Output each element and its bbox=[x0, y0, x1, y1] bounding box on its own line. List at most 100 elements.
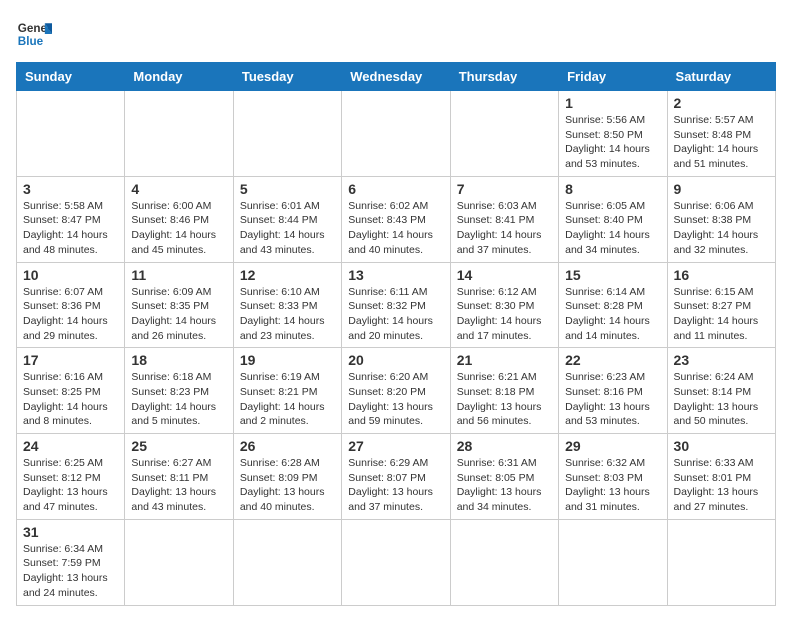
day-info: Sunrise: 6:27 AM Sunset: 8:11 PM Dayligh… bbox=[131, 456, 226, 515]
day-number: 31 bbox=[23, 524, 118, 540]
day-info: Sunrise: 6:33 AM Sunset: 8:01 PM Dayligh… bbox=[674, 456, 769, 515]
day-number: 5 bbox=[240, 181, 335, 197]
day-number: 26 bbox=[240, 438, 335, 454]
day-number: 1 bbox=[565, 95, 660, 111]
day-cell: 13Sunrise: 6:11 AM Sunset: 8:32 PM Dayli… bbox=[342, 262, 450, 348]
weekday-header-wednesday: Wednesday bbox=[342, 63, 450, 91]
day-cell: 12 Sunrise: 6:10 AM Sunset: 8:33 PM Dayli… bbox=[233, 262, 341, 348]
day-cell bbox=[342, 519, 450, 605]
day-cell: 8 Sunrise: 6:05 AM Sunset: 8:40 PM Daylig… bbox=[559, 176, 667, 262]
day-number: 20 bbox=[348, 352, 443, 368]
day-number: 24 bbox=[23, 438, 118, 454]
page: General Blue SundayMondayTuesdayWednesda… bbox=[0, 0, 792, 622]
calendar-table: SundayMondayTuesdayWednesdayThursdayFrid… bbox=[16, 62, 776, 606]
day-cell: 14 Sunrise: 6:12 AM Sunset: 8:30 PM Dayli… bbox=[450, 262, 558, 348]
week-row-2: 3 Sunrise: 5:58 AM Sunset: 8:47 PM Daylig… bbox=[17, 176, 776, 262]
day-number: 22 bbox=[565, 352, 660, 368]
day-number: 29 bbox=[565, 438, 660, 454]
weekday-header-sunday: Sunday bbox=[17, 63, 125, 91]
day-info: Sunrise: 6:28 AM Sunset: 8:09 PM Dayligh… bbox=[240, 456, 335, 515]
day-info: Sunrise: 5:56 AM Sunset: 8:50 PM Dayligh… bbox=[565, 113, 660, 172]
day-number: 12 bbox=[240, 267, 335, 283]
week-row-4: 17 Sunrise: 6:16 AM Sunset: 8:25 PM Dayli… bbox=[17, 348, 776, 434]
day-number: 16 bbox=[674, 267, 769, 283]
day-number: 30 bbox=[674, 438, 769, 454]
day-number: 28 bbox=[457, 438, 552, 454]
day-info: Sunrise: 5:57 AM Sunset: 8:48 PM Dayligh… bbox=[674, 113, 769, 172]
day-cell: 31 Sunrise: 6:34 AM Sunset: 7:59 PM Dayli… bbox=[17, 519, 125, 605]
day-info: Sunrise: 6:16 AM Sunset: 8:25 PM Dayligh… bbox=[23, 370, 118, 429]
day-cell bbox=[17, 91, 125, 177]
day-cell: 15Sunrise: 6:14 AM Sunset: 8:28 PM Dayli… bbox=[559, 262, 667, 348]
day-cell: 22Sunrise: 6:23 AM Sunset: 8:16 PM Dayli… bbox=[559, 348, 667, 434]
day-cell: 16 Sunrise: 6:15 AM Sunset: 8:27 PM Dayli… bbox=[667, 262, 775, 348]
weekday-header-monday: Monday bbox=[125, 63, 233, 91]
day-cell: 26 Sunrise: 6:28 AM Sunset: 8:09 PM Dayli… bbox=[233, 434, 341, 520]
day-cell: 30 Sunrise: 6:33 AM Sunset: 8:01 PM Dayli… bbox=[667, 434, 775, 520]
day-number: 7 bbox=[457, 181, 552, 197]
svg-text:Blue: Blue bbox=[18, 35, 44, 48]
day-cell: 24Sunrise: 6:25 AM Sunset: 8:12 PM Dayli… bbox=[17, 434, 125, 520]
day-info: Sunrise: 6:31 AM Sunset: 8:05 PM Dayligh… bbox=[457, 456, 552, 515]
header: General Blue bbox=[16, 16, 776, 52]
day-cell: 7 Sunrise: 6:03 AM Sunset: 8:41 PM Daylig… bbox=[450, 176, 558, 262]
week-row-1: 1 Sunrise: 5:56 AM Sunset: 8:50 PM Daylig… bbox=[17, 91, 776, 177]
day-cell bbox=[450, 91, 558, 177]
day-cell: 1 Sunrise: 5:56 AM Sunset: 8:50 PM Daylig… bbox=[559, 91, 667, 177]
day-cell bbox=[342, 91, 450, 177]
week-row-5: 24Sunrise: 6:25 AM Sunset: 8:12 PM Dayli… bbox=[17, 434, 776, 520]
day-info: Sunrise: 6:10 AM Sunset: 8:33 PM Dayligh… bbox=[240, 285, 335, 344]
weekday-header-row: SundayMondayTuesdayWednesdayThursdayFrid… bbox=[17, 63, 776, 91]
day-cell bbox=[233, 91, 341, 177]
day-info: Sunrise: 6:03 AM Sunset: 8:41 PM Dayligh… bbox=[457, 199, 552, 258]
logo: General Blue bbox=[16, 16, 56, 52]
day-info: Sunrise: 6:15 AM Sunset: 8:27 PM Dayligh… bbox=[674, 285, 769, 344]
day-number: 19 bbox=[240, 352, 335, 368]
weekday-header-friday: Friday bbox=[559, 63, 667, 91]
day-number: 9 bbox=[674, 181, 769, 197]
day-info: Sunrise: 6:02 AM Sunset: 8:43 PM Dayligh… bbox=[348, 199, 443, 258]
day-cell: 5 Sunrise: 6:01 AM Sunset: 8:44 PM Daylig… bbox=[233, 176, 341, 262]
day-number: 8 bbox=[565, 181, 660, 197]
day-info: Sunrise: 6:18 AM Sunset: 8:23 PM Dayligh… bbox=[131, 370, 226, 429]
day-info: Sunrise: 6:32 AM Sunset: 8:03 PM Dayligh… bbox=[565, 456, 660, 515]
day-info: Sunrise: 5:58 AM Sunset: 8:47 PM Dayligh… bbox=[23, 199, 118, 258]
day-number: 4 bbox=[131, 181, 226, 197]
day-cell bbox=[233, 519, 341, 605]
day-info: Sunrise: 6:34 AM Sunset: 7:59 PM Dayligh… bbox=[23, 542, 118, 601]
day-cell: 17 Sunrise: 6:16 AM Sunset: 8:25 PM Dayli… bbox=[17, 348, 125, 434]
day-cell: 9 Sunrise: 6:06 AM Sunset: 8:38 PM Daylig… bbox=[667, 176, 775, 262]
day-cell bbox=[450, 519, 558, 605]
day-cell: 6Sunrise: 6:02 AM Sunset: 8:43 PM Daylig… bbox=[342, 176, 450, 262]
day-number: 18 bbox=[131, 352, 226, 368]
day-info: Sunrise: 6:20 AM Sunset: 8:20 PM Dayligh… bbox=[348, 370, 443, 429]
day-number: 14 bbox=[457, 267, 552, 283]
day-number: 11 bbox=[131, 267, 226, 283]
day-cell: 25 Sunrise: 6:27 AM Sunset: 8:11 PM Dayli… bbox=[125, 434, 233, 520]
week-row-6: 31 Sunrise: 6:34 AM Sunset: 7:59 PM Dayli… bbox=[17, 519, 776, 605]
day-info: Sunrise: 6:24 AM Sunset: 8:14 PM Dayligh… bbox=[674, 370, 769, 429]
day-cell: 4 Sunrise: 6:00 AM Sunset: 8:46 PM Daylig… bbox=[125, 176, 233, 262]
day-cell: 21Sunrise: 6:21 AM Sunset: 8:18 PM Dayli… bbox=[450, 348, 558, 434]
day-info: Sunrise: 6:00 AM Sunset: 8:46 PM Dayligh… bbox=[131, 199, 226, 258]
day-cell: 2Sunrise: 5:57 AM Sunset: 8:48 PM Daylig… bbox=[667, 91, 775, 177]
weekday-header-saturday: Saturday bbox=[667, 63, 775, 91]
day-number: 25 bbox=[131, 438, 226, 454]
day-cell: 29 Sunrise: 6:32 AM Sunset: 8:03 PM Dayli… bbox=[559, 434, 667, 520]
day-info: Sunrise: 6:01 AM Sunset: 8:44 PM Dayligh… bbox=[240, 199, 335, 258]
day-number: 21 bbox=[457, 352, 552, 368]
day-cell: 10Sunrise: 6:07 AM Sunset: 8:36 PM Dayli… bbox=[17, 262, 125, 348]
day-cell: 23 Sunrise: 6:24 AM Sunset: 8:14 PM Dayli… bbox=[667, 348, 775, 434]
day-number: 23 bbox=[674, 352, 769, 368]
day-cell: 20 Sunrise: 6:20 AM Sunset: 8:20 PM Dayli… bbox=[342, 348, 450, 434]
day-number: 3 bbox=[23, 181, 118, 197]
day-info: Sunrise: 6:05 AM Sunset: 8:40 PM Dayligh… bbox=[565, 199, 660, 258]
day-number: 27 bbox=[348, 438, 443, 454]
day-cell bbox=[125, 91, 233, 177]
day-info: Sunrise: 6:29 AM Sunset: 8:07 PM Dayligh… bbox=[348, 456, 443, 515]
day-info: Sunrise: 6:07 AM Sunset: 8:36 PM Dayligh… bbox=[23, 285, 118, 344]
day-info: Sunrise: 6:12 AM Sunset: 8:30 PM Dayligh… bbox=[457, 285, 552, 344]
day-number: 17 bbox=[23, 352, 118, 368]
weekday-header-tuesday: Tuesday bbox=[233, 63, 341, 91]
day-info: Sunrise: 6:06 AM Sunset: 8:38 PM Dayligh… bbox=[674, 199, 769, 258]
